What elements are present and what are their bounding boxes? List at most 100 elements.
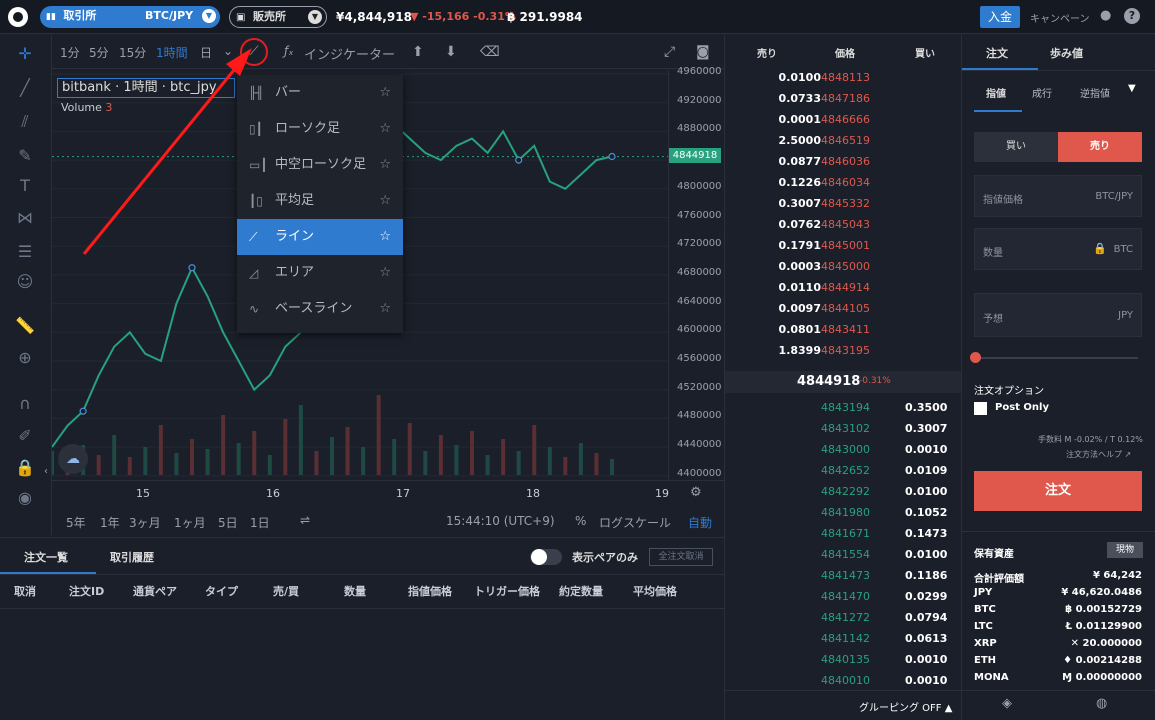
tab-open-orders[interactable]: 注文一覧 [24,549,68,565]
text-icon[interactable]: T [14,175,36,197]
exchange-pair-selector[interactable]: ▮▮ 取引所 BTC/JPY ▼ [40,6,220,28]
amount-slider[interactable] [974,357,1138,359]
bid-row[interactable]: 4841272 0.0794 [725,611,963,632]
range-5y[interactable]: 5年 [66,514,86,531]
slider-handle[interactable] [970,352,981,363]
range-1y[interactable]: 1年 [100,514,120,531]
campaign-link[interactable]: キャンペーン [1030,10,1090,25]
ask-row[interactable]: 0.0100 4848113 [725,71,963,92]
bid-row[interactable]: 4841554 0.0100 [725,548,963,569]
spot-badge[interactable]: 現物 [1107,542,1143,558]
bid-row[interactable]: 4841671 0.1473 [725,527,963,548]
star-icon[interactable]: ☆ [379,147,391,183]
ask-row[interactable]: 0.0110 4844914 [725,281,963,302]
camera-icon[interactable]: ◙ [696,44,710,60]
magnet-icon[interactable]: ∩ [14,393,36,415]
user-icon[interactable]: ● [1100,8,1111,23]
tab-trades[interactable]: 歩み値 [1050,45,1083,61]
ask-row[interactable]: 0.0801 4843411 [725,323,963,344]
tab-order[interactable]: 注文 [986,45,1008,61]
grouping-toggle[interactable]: グルーピング OFF ▲ [859,699,952,714]
bid-row[interactable]: 4843194 0.3500 [725,401,963,422]
ask-row[interactable]: 0.0733 4847186 [725,92,963,113]
more-options-icon[interactable]: ▼ [1128,83,1136,94]
function-icon[interactable]: ƒₓ [284,44,294,58]
trend-line-icon[interactable]: ╱ [14,77,36,99]
cancel-all-button[interactable]: 全注文取消 [649,548,713,566]
bid-row[interactable]: 4840135 0.0010 [725,653,963,674]
limit-price-field[interactable]: 指値価格 BTC/JPY [974,175,1142,217]
lock-icon[interactable]: 🔒 [14,457,36,479]
date-range-icon[interactable]: ⇌ [300,513,310,527]
ask-row[interactable]: 0.0097 4844105 [725,302,963,323]
ask-row[interactable]: 0.0001 4846666 [725,113,963,134]
star-icon[interactable]: ☆ [379,183,391,219]
market-selector[interactable]: ▣ 販売所 ▼ [229,6,327,28]
help-link[interactable]: 注文方法ヘルプ ↗ [1066,449,1131,460]
brush-icon[interactable]: ✎ [14,145,36,167]
tradingview-logo[interactable]: ☁ [58,444,88,474]
prediction-icon[interactable]: ☰ [14,241,36,263]
bid-row[interactable]: 4841470 0.0299 [725,590,963,611]
ask-row[interactable]: 0.3007 4845332 [725,197,963,218]
bid-row[interactable]: 4841980 0.1052 [725,506,963,527]
log-scale-toggle[interactable]: ログスケール [599,514,671,531]
subtab-stop[interactable]: 逆指値 [1080,85,1110,100]
deposit-button[interactable]: 入金 [980,6,1020,28]
ask-row[interactable]: 0.0003 4845000 [725,260,963,281]
bid-row[interactable]: 4841142 0.0613 [725,632,963,653]
fullscreen-icon[interactable]: ⤢ [664,44,675,60]
range-1m[interactable]: 1ヶ月 [174,514,206,531]
range-1d[interactable]: 1日 [250,514,270,531]
subtab-market[interactable]: 成行 [1032,85,1052,100]
help-icon[interactable]: ? [1124,8,1140,24]
pencil-lock-icon[interactable]: ✐ [14,425,36,447]
layers-icon[interactable]: ◈ [1002,696,1012,711]
star-icon[interactable]: ☆ [379,111,391,147]
star-icon[interactable]: ☆ [379,219,391,255]
indicator-button[interactable]: インジケーター [304,44,395,63]
bid-row[interactable]: 4840010 0.0010 [725,674,963,695]
eye-icon[interactable]: ◉ [14,487,36,509]
lock-icon[interactable]: 🔒 [1093,242,1107,255]
ruler-icon[interactable]: 📏 [14,315,36,337]
ask-row[interactable]: 0.1226 4846034 [725,176,963,197]
pair-only-toggle[interactable] [530,549,562,565]
tab-trade-history[interactable]: 取引履歴 [110,549,154,565]
ask-row[interactable]: 2.5000 4846519 [725,134,963,155]
scroll-left-icon[interactable]: ‹ [44,466,48,477]
bid-row[interactable]: 4842292 0.0100 [725,485,963,506]
bid-row[interactable]: 4843000 0.0010 [725,443,963,464]
pattern-icon[interactable]: ⋈ [14,207,36,229]
crosshair-icon[interactable]: ✛ [14,43,36,65]
globe-icon[interactable]: ◍ [1096,696,1107,711]
post-only-checkbox[interactable] [974,402,987,415]
zoom-icon[interactable]: ⊕ [14,347,36,369]
ask-row[interactable]: 0.1791 4845001 [725,239,963,260]
download-icon[interactable]: ⬇ [445,44,457,60]
submit-order-button[interactable]: 注文 [974,471,1142,511]
time-axis[interactable]: ⚙ 15 16 17 18 19 [52,480,724,506]
range-3m[interactable]: 3ヶ月 [129,514,161,531]
ask-row[interactable]: 0.0877 4846036 [725,155,963,176]
bid-row[interactable]: 4843102 0.3007 [725,422,963,443]
sell-toggle[interactable]: 売り [1058,132,1142,162]
pitchfork-icon[interactable]: ⫽ [14,111,36,133]
star-icon[interactable]: ☆ [379,75,391,111]
settings-gear-icon[interactable]: ⚙ [690,485,702,500]
subtab-limit[interactable]: 指値 [986,85,1006,100]
bid-row[interactable]: 4841473 0.1186 [725,569,963,590]
auto-scale-toggle[interactable]: 自動 [688,514,712,531]
upload-icon[interactable]: ⬆ [412,44,424,60]
ask-row[interactable]: 0.0762 4845043 [725,218,963,239]
buy-toggle[interactable]: 買い [974,132,1058,162]
chart-type-option[interactable]: ∿ ベースライン ☆ [237,291,403,327]
emoji-icon[interactable]: ☺ [14,271,36,293]
price-axis[interactable]: 4960000492000048800004840000480000047600… [668,66,724,480]
quantity-field[interactable]: 数量 🔒 BTC [974,228,1142,270]
bid-row[interactable]: 4842652 0.0109 [725,464,963,485]
star-icon[interactable]: ☆ [379,255,391,291]
percent-toggle[interactable]: % [575,514,586,528]
bitbank-logo[interactable] [8,7,28,27]
ask-row[interactable]: 1.8399 4843195 [725,344,963,365]
